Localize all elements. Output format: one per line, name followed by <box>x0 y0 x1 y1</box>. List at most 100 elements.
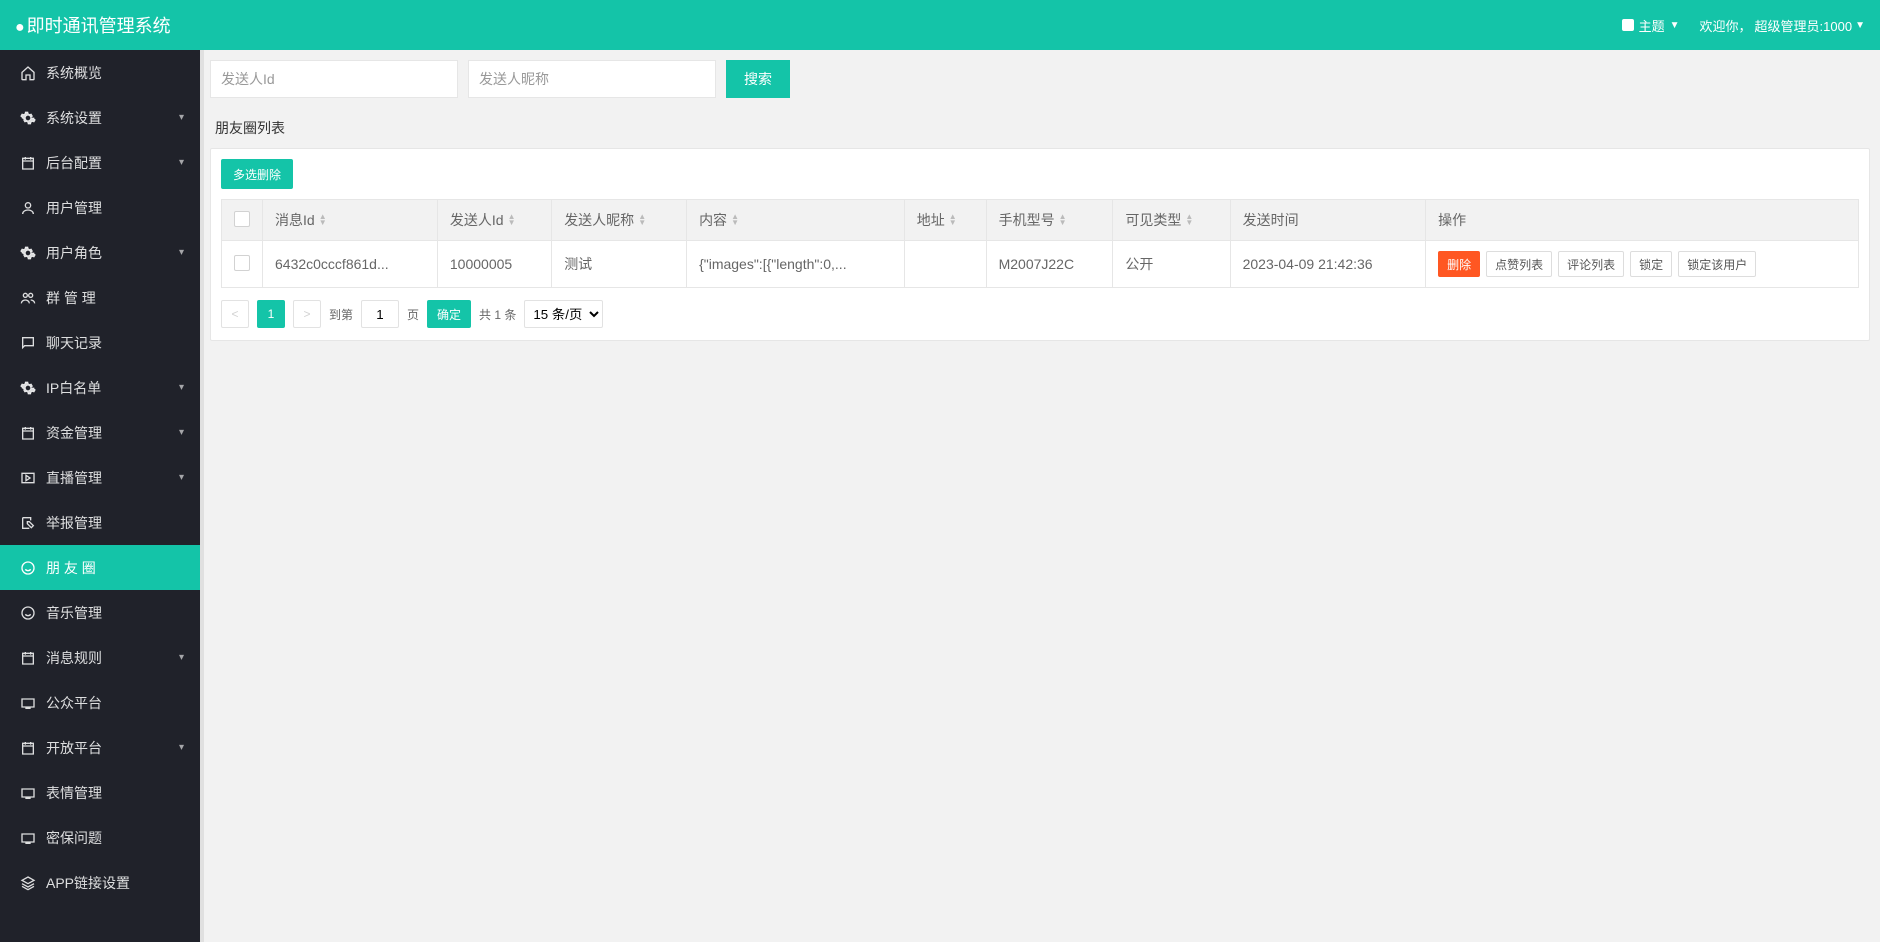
lock-button[interactable]: 锁定 <box>1630 251 1672 277</box>
sidebar-item-label: 用户角色 <box>46 243 102 263</box>
sort-icon: ▲▼ <box>731 214 739 226</box>
th-msg-id[interactable]: 消息Id▲▼ <box>263 200 438 241</box>
sidebar-item-15[interactable]: 开放平台 ▾ <box>0 725 200 770</box>
page-1-button[interactable]: 1 <box>257 300 285 328</box>
sidebar-item-label: 表情管理 <box>46 783 102 803</box>
gear-icon <box>20 380 36 396</box>
sidebar-item-11[interactable]: 朋 友 圈 <box>0 545 200 590</box>
sidebar-item-0[interactable]: 系统概览 <box>0 50 200 95</box>
sidebar-item-12[interactable]: 音乐管理 <box>0 590 200 635</box>
sidebar-item-label: 聊天记录 <box>46 333 102 353</box>
sidebar-item-label: 群 管 理 <box>46 288 96 308</box>
theme-label: 主题 <box>1639 16 1665 35</box>
table-row: 6432c0cccf861d...10000005测试{"images":[{"… <box>222 241 1859 288</box>
th-visible-type[interactable]: 可见类型▲▼ <box>1113 200 1230 241</box>
th-checkbox <box>222 200 263 241</box>
cell-msg-id: 6432c0cccf861d... <box>263 241 438 288</box>
user-name: 超级管理员:1000 <box>1755 16 1853 35</box>
prev-page-button[interactable]: < <box>221 300 249 328</box>
layout: 系统概览系统设置▾后台配置▾用户管理用户角色▾群 管 理聊天记录IP白名单▾资金… <box>0 50 1880 942</box>
theme-selector[interactable]: 主题 ▼ <box>1622 16 1680 35</box>
total-count: 共 1 条 <box>479 306 516 323</box>
th-sender-id[interactable]: 发送人Id▲▼ <box>437 200 551 241</box>
lock-user-button[interactable]: 锁定该用户 <box>1678 251 1756 277</box>
sender-id-input[interactable] <box>210 60 458 98</box>
delete-button[interactable]: 删除 <box>1438 251 1480 277</box>
sidebar-item-label: 直播管理 <box>46 468 102 488</box>
welcome-prefix: 欢迎你， <box>1700 16 1752 35</box>
calendar-icon <box>20 740 36 756</box>
th-content[interactable]: 内容▲▼ <box>687 200 905 241</box>
main-content: 搜索 朋友圈列表 多选删除 消息Id▲▼ 发送人Id▲▼ 发送人昵称▲▼ 内容▲… <box>200 50 1880 942</box>
chat-icon <box>20 335 36 351</box>
th-sender-nick[interactable]: 发送人昵称 ▲▼ <box>552 200 687 241</box>
goto-confirm-button[interactable]: 确定 <box>427 300 471 328</box>
sidebar-item-16[interactable]: 表情管理 <box>0 770 200 815</box>
sort-icon: ▲▼ <box>638 214 646 226</box>
th-address[interactable]: 地址 ▲▼ <box>904 200 986 241</box>
sidebar-item-6[interactable]: 聊天记录 <box>0 320 200 365</box>
search-button[interactable]: 搜索 <box>726 60 790 98</box>
sidebar-item-label: 系统概览 <box>46 63 102 83</box>
sidebar-item-label: 密保问题 <box>46 828 102 848</box>
chevron-down-icon: ▾ <box>179 112 184 123</box>
cell-actions: 删除点赞列表评论列表锁定锁定该用户 <box>1426 241 1859 288</box>
sidebar-item-5[interactable]: 群 管 理 <box>0 275 200 320</box>
home-icon <box>20 65 36 81</box>
sidebar-item-8[interactable]: 资金管理▾ <box>0 410 200 455</box>
sidebar-item-14[interactable]: 公众平台 <box>0 680 200 725</box>
sidebar-item-17[interactable]: 密保问题 <box>0 815 200 860</box>
row-checkbox[interactable] <box>234 255 250 271</box>
sidebar-item-10[interactable]: 举报管理 <box>0 500 200 545</box>
select-all-checkbox[interactable] <box>234 211 250 227</box>
sidebar-item-label: 消息规则 <box>46 648 102 668</box>
group-icon <box>20 290 36 306</box>
theme-icon <box>1622 19 1634 31</box>
th-sender-nick-label: 发送人昵称 <box>564 210 634 230</box>
edit-icon <box>20 515 36 531</box>
per-page-select[interactable]: 15 条/页 <box>524 300 603 328</box>
th-address-label: 地址 <box>917 210 945 230</box>
sender-nick-input[interactable] <box>468 60 716 98</box>
cell-phone-model: M2007J22C <box>986 241 1113 288</box>
like-list-button[interactable]: 点赞列表 <box>1486 251 1552 277</box>
sort-icon: ▲▼ <box>1185 214 1193 226</box>
sidebar-item-label: 开放平台 <box>46 738 102 758</box>
page-suffix: 页 <box>407 306 419 323</box>
sidebar-item-label: 后台配置 <box>46 153 102 173</box>
sidebar-item-7[interactable]: IP白名单▾ <box>0 365 200 410</box>
sidebar-item-2[interactable]: 后台配置▾ <box>0 140 200 185</box>
sidebar-item-9[interactable]: 直播管理▾ <box>0 455 200 500</box>
sort-icon: ▲▼ <box>508 214 516 226</box>
cell-sender-id: 10000005 <box>437 241 551 288</box>
th-msg-id-label: 消息Id <box>275 210 315 230</box>
caret-down-icon: ▼ <box>1855 20 1865 31</box>
sidebar-item-4[interactable]: 用户角色▾ <box>0 230 200 275</box>
gear-icon <box>20 110 36 126</box>
multi-delete-button[interactable]: 多选删除 <box>221 159 293 189</box>
layers-icon <box>20 875 36 891</box>
cell-address <box>904 241 986 288</box>
sidebar-item-3[interactable]: 用户管理 <box>0 185 200 230</box>
goto-page-input[interactable] <box>361 300 399 328</box>
sidebar-item-label: APP链接设置 <box>46 873 130 893</box>
th-phone-model[interactable]: 手机型号▲▼ <box>986 200 1113 241</box>
comment-list-button[interactable]: 评论列表 <box>1558 251 1624 277</box>
cell-content: {"images":[{"length":0,... <box>687 241 905 288</box>
app-title: 即时通讯管理系统 <box>15 12 171 38</box>
smile-icon <box>20 605 36 621</box>
sidebar-item-label: IP白名单 <box>46 378 101 398</box>
toolbar: 多选删除 <box>221 159 1859 199</box>
search-bar: 搜索 <box>200 50 1880 108</box>
user-welcome[interactable]: 欢迎你， 超级管理员:1000 ▼ <box>1700 16 1865 35</box>
smile-icon <box>20 560 36 576</box>
sidebar-item-1[interactable]: 系统设置▾ <box>0 95 200 140</box>
next-page-button[interactable]: > <box>293 300 321 328</box>
chevron-down-icon: ▾ <box>179 652 184 663</box>
sidebar-item-label: 朋 友 圈 <box>46 558 96 578</box>
chevron-down-icon: ▾ <box>179 742 184 753</box>
sidebar-item-13[interactable]: 消息规则 ▾ <box>0 635 200 680</box>
sort-icon: ▲▼ <box>949 214 957 226</box>
sidebar-item-18[interactable]: APP链接设置 <box>0 860 200 905</box>
calendar-icon <box>20 650 36 666</box>
